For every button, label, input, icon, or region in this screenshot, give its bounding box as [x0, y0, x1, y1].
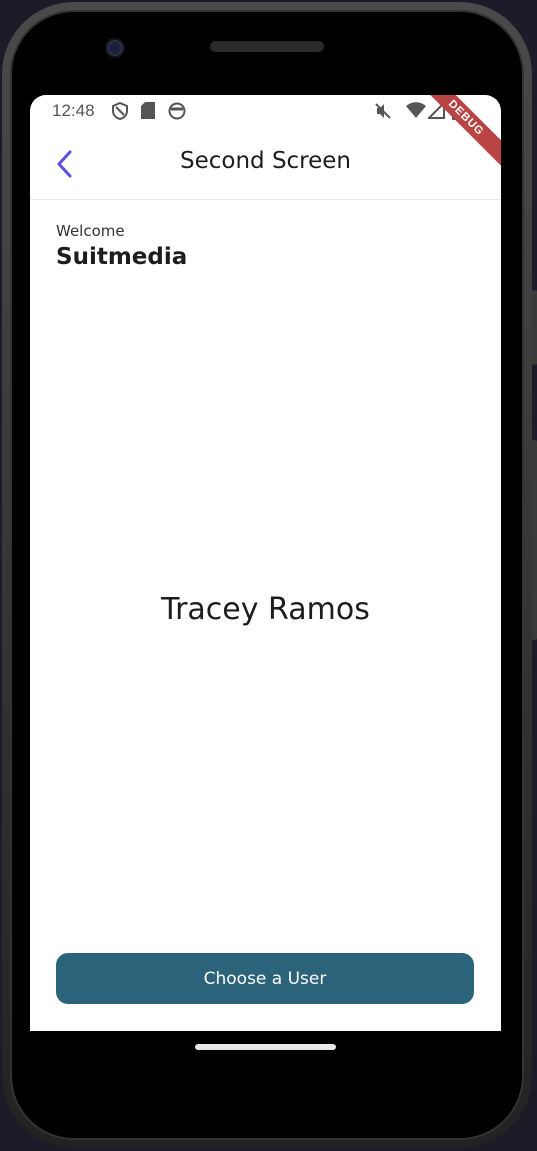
home-indicator[interactable]	[195, 1044, 336, 1050]
app-bar: Second Screen	[30, 127, 501, 200]
camera-icon	[105, 38, 125, 58]
status-bar: 12:48	[30, 95, 501, 127]
power-button	[532, 440, 537, 640]
face-icon	[168, 102, 186, 120]
page-title: Second Screen	[179, 148, 352, 174]
app-screen: 12:48 DEBUG Second Screen Welcome Suitme…	[30, 95, 501, 1031]
volume-button	[532, 290, 537, 365]
status-time: 12:48	[52, 101, 95, 120]
wifi-icon	[406, 102, 426, 118]
selected-user-name: Tracey Ramos	[161, 592, 370, 627]
user-name: Suitmedia	[56, 244, 188, 270]
shield-icon	[112, 102, 128, 120]
welcome-label: Welcome	[56, 222, 125, 240]
mute-icon	[375, 103, 391, 119]
sd-card-icon	[141, 102, 155, 119]
choose-user-button[interactable]: Choose a User	[56, 953, 474, 1004]
speaker-grille	[210, 41, 324, 52]
